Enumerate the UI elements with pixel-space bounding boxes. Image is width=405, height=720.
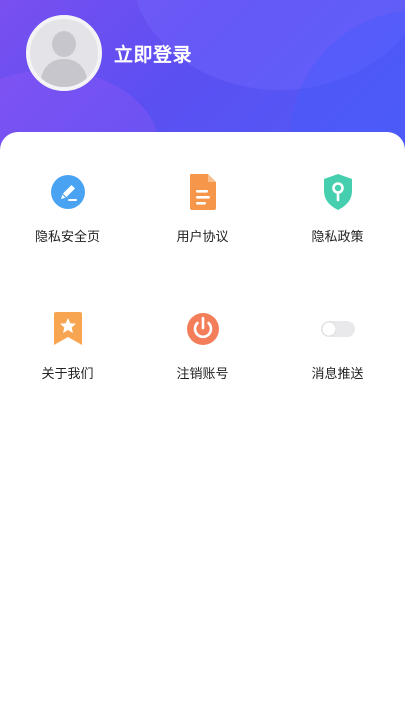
menu-item-label: 隐私安全页: [34, 230, 100, 245]
menu-item-label: 注销账号: [176, 367, 229, 382]
menu-item-label: 隐私政策: [311, 230, 364, 245]
power-icon: [183, 309, 223, 349]
star-bookmark-icon: [48, 309, 88, 349]
menu-item-label: 关于我们: [41, 367, 94, 382]
menu-item-label: 消息推送: [311, 367, 364, 382]
avatar-body: [41, 59, 87, 87]
toggle-switch-icon[interactable]: [318, 309, 358, 349]
menu-item-label: 用户协议: [176, 230, 229, 245]
avatar[interactable]: [26, 15, 102, 91]
menu-item-user-agreement[interactable]: 用户协议: [135, 172, 270, 272]
document-icon: [183, 172, 223, 212]
menu-item-push-notifications[interactable]: 消息推送: [270, 309, 405, 409]
menu-item-privacy-security[interactable]: 隐私安全页: [0, 172, 135, 272]
avatar-head: [52, 31, 76, 57]
menu-item-about-us[interactable]: 关于我们: [0, 309, 135, 409]
login-button[interactable]: 立即登录: [114, 40, 192, 67]
menu-item-delete-account[interactable]: 注销账号: [135, 309, 270, 409]
shield-key-icon: [318, 172, 358, 212]
menu-item-privacy-policy[interactable]: 隐私政策: [270, 172, 405, 272]
menu-card: 隐私安全页 用户协议 隐私政策 关于我们 注销账号 消息推送: [0, 132, 405, 720]
pencil-circle-icon: [48, 172, 88, 212]
